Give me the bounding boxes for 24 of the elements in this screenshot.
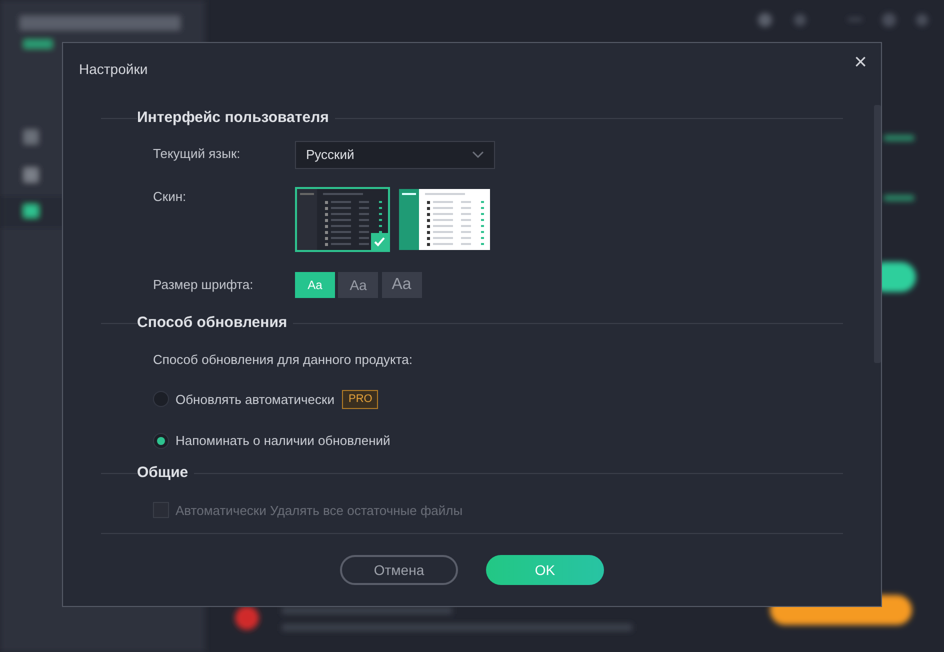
font-size-option[interactable]: Aa [382, 272, 422, 298]
section-title: Способ обновления [137, 312, 288, 333]
dialog-title: Настройки [79, 60, 148, 79]
prompt-text: Способ обновления для данного продукта: [153, 351, 414, 369]
ok-button[interactable]: OK [486, 555, 604, 585]
pro-tag: PRO [342, 390, 378, 408]
option-label: Обновлять автоматически [176, 390, 334, 408]
option-label: Напоминать о наличии обновлений [176, 432, 390, 450]
field-label: Размер шрифта: [153, 276, 254, 294]
checkmark-icon [371, 233, 388, 250]
font-size-option[interactable]: Aa [338, 272, 378, 298]
checkbox-label: Автоматически Удалять все остаточные файлы [176, 502, 463, 520]
close-button[interactable]: × [850, 49, 871, 75]
font-size-option[interactable]: Aa [295, 272, 335, 298]
scrollbar[interactable] [874, 105, 881, 363]
section-title: Интерфейс пользователя [137, 108, 329, 128]
radio-button[interactable] [153, 432, 169, 449]
field-label: Текущий язык: [153, 145, 242, 164]
radio-button[interactable] [153, 391, 169, 408]
chevron-down-icon [472, 151, 484, 159]
field-label: Скин: [153, 188, 188, 206]
language-select[interactable]: Русский [295, 141, 495, 169]
cancel-button[interactable]: Отмена [340, 555, 458, 585]
section-title: Общие [137, 463, 188, 484]
